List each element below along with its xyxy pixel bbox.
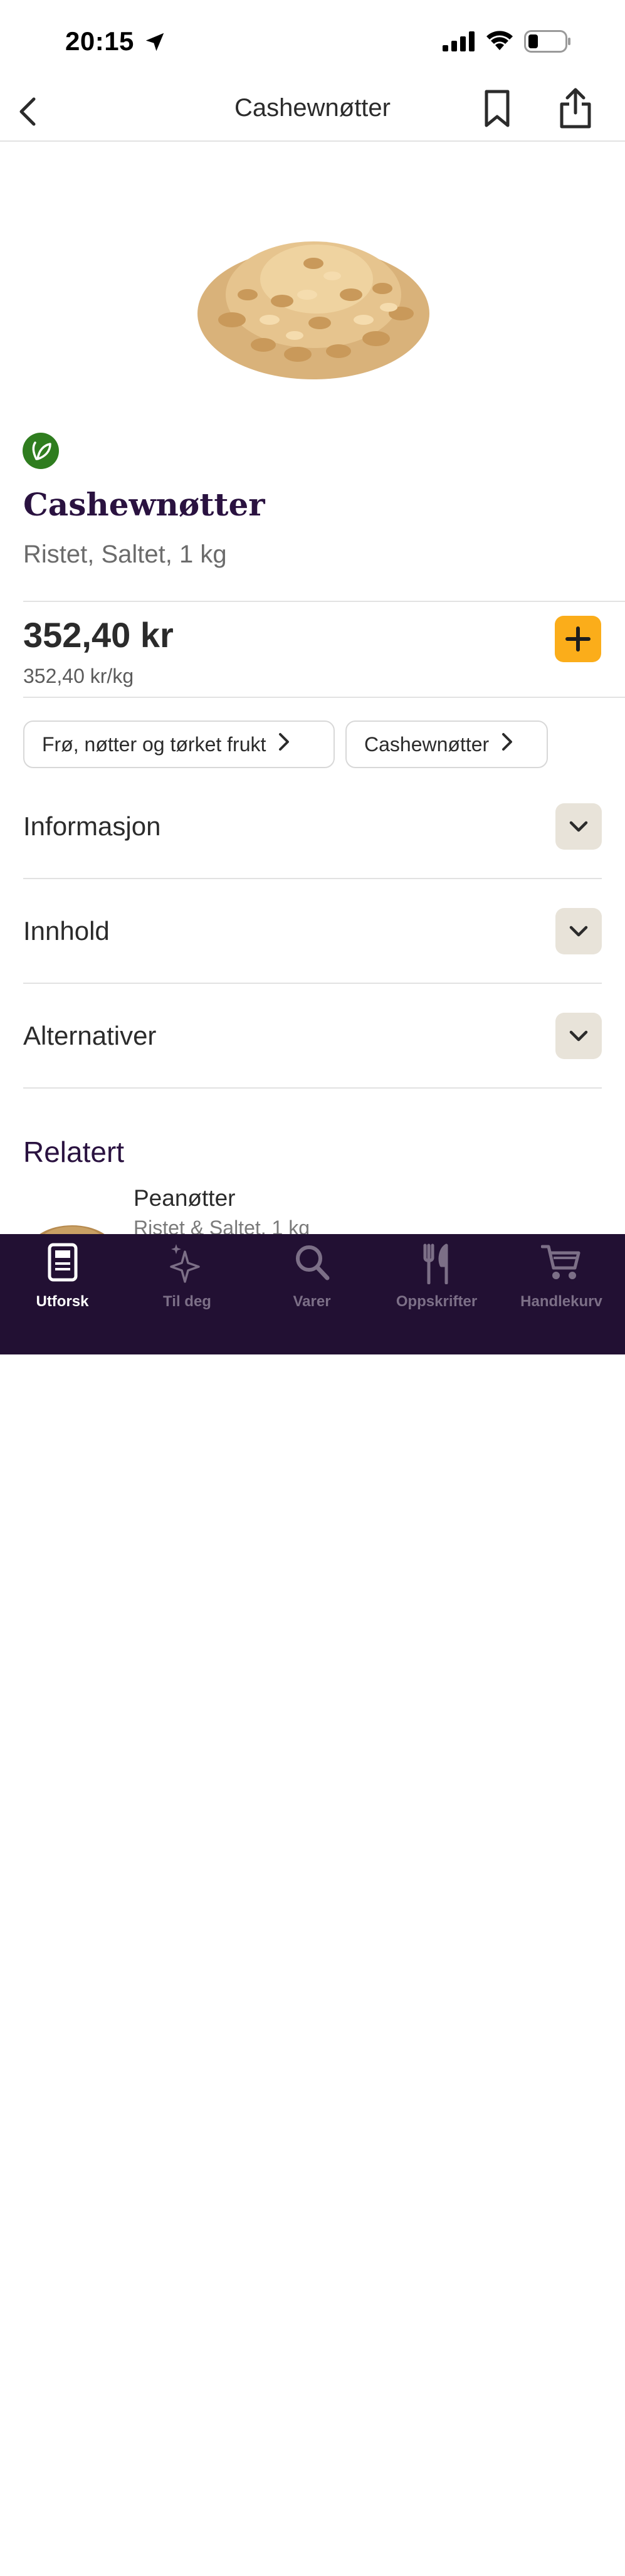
related-product-item[interactable]: Peanøtter Ristet & Saltet, 1 kg xyxy=(23,1185,602,1235)
status-time: 20:15 xyxy=(65,26,134,56)
search-icon xyxy=(293,1243,331,1285)
vegetarian-badge xyxy=(23,433,59,469)
product-subtitle: Ristet, Saltet, 1 kg xyxy=(23,541,227,568)
chevron-down-icon xyxy=(569,1030,588,1041)
chevron-down-icon xyxy=(569,926,588,936)
add-to-cart-button[interactable] xyxy=(555,616,601,662)
chevron-right-icon xyxy=(500,732,514,757)
product-image xyxy=(188,219,439,395)
cart-icon xyxy=(540,1243,582,1285)
accordion-alternativer[interactable]: Alternativer xyxy=(23,984,602,1089)
price-section: 352,40 kr 352,40 kr/kg xyxy=(23,601,625,698)
chevron-right-icon xyxy=(277,732,291,757)
tab-til-deg[interactable]: Til deg xyxy=(125,1234,249,1322)
plus-icon xyxy=(555,626,601,665)
accordion-innhold[interactable]: Innhold xyxy=(23,879,602,984)
accordion-label: Alternativer xyxy=(23,1020,157,1050)
category-chip[interactable]: Frø, nøtter og tørket frukt xyxy=(23,721,335,768)
accordion-toggle-button[interactable] xyxy=(555,1012,602,1059)
tab-label: Varer xyxy=(293,1293,331,1310)
tab-label: Oppskrifter xyxy=(396,1293,478,1310)
navigation-bar: Cashewnøtter xyxy=(0,82,625,142)
chevron-down-icon xyxy=(569,821,588,831)
tab-oppskrifter[interactable]: Oppskrifter xyxy=(374,1234,499,1322)
wifi-icon xyxy=(485,29,514,55)
accordion-informasjon[interactable]: Informasjon xyxy=(23,774,602,879)
page-title: Cashewnøtter xyxy=(234,94,391,122)
accordion-label: Innhold xyxy=(23,916,110,946)
bookmark-icon[interactable] xyxy=(484,89,510,132)
category-chip-label: Frø, nøtter og tørket frukt xyxy=(42,732,266,756)
tab-handlekurv[interactable]: Handlekurv xyxy=(499,1234,624,1322)
tab-varer[interactable]: Varer xyxy=(249,1234,374,1322)
tab-label: Utforsk xyxy=(36,1293,89,1310)
accordion-label: Informasjon xyxy=(23,811,161,841)
tab-label: Til deg xyxy=(163,1293,211,1310)
fork-knife-icon xyxy=(421,1243,453,1287)
related-product-subtitle: Ristet & Saltet, 1 kg xyxy=(134,1217,310,1235)
related-product-name: Peanøtter xyxy=(134,1185,236,1211)
book-icon xyxy=(47,1243,78,1285)
share-icon[interactable] xyxy=(558,87,593,134)
sparkle-icon xyxy=(169,1243,206,1286)
accordion-toggle-button[interactable] xyxy=(555,907,602,954)
product-title: Cashewnøtter xyxy=(23,486,265,523)
location-arrow-icon xyxy=(143,30,167,57)
accordion-toggle-button[interactable] xyxy=(555,803,602,850)
home-indicator xyxy=(201,2570,424,2576)
product-price: 352,40 kr xyxy=(23,615,174,655)
battery-icon xyxy=(524,30,572,56)
related-product-image xyxy=(28,1213,116,1235)
status-bar: 20:15 xyxy=(0,0,625,82)
category-chip-label: Cashewnøtter xyxy=(364,732,490,756)
tab-utforsk[interactable]: Utforsk xyxy=(0,1234,125,1322)
unit-price: 352,40 kr/kg xyxy=(23,665,134,687)
category-chip[interactable]: Cashewnøtter xyxy=(345,721,548,768)
tab-label: Handlekurv xyxy=(520,1293,602,1310)
tab-bar: Utforsk Til deg Varer Oppskrifter Handle… xyxy=(0,1234,625,2576)
leaf-icon xyxy=(23,441,59,472)
related-heading: Relatert xyxy=(23,1136,125,1168)
cellular-signal-icon xyxy=(443,31,475,55)
